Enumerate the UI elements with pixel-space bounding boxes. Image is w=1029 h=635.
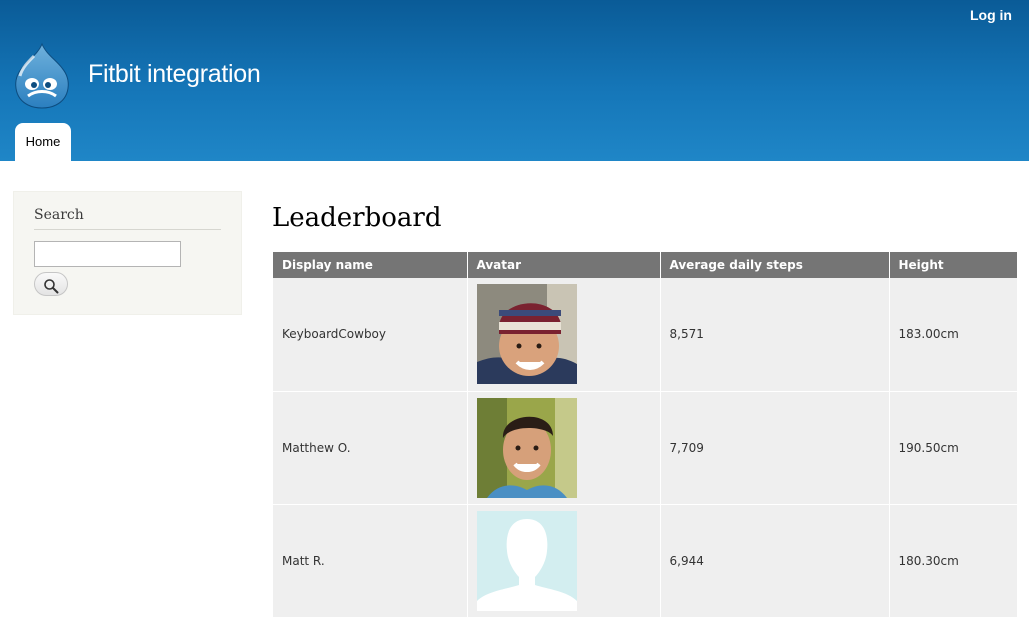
search-button[interactable] xyxy=(34,272,68,296)
average-daily-steps: 7,709 xyxy=(660,391,890,505)
average-daily-steps: 8,571 xyxy=(660,278,890,392)
table-row: Matthew O. 7,709 190.50cm xyxy=(273,391,1017,505)
height: 190.50cm xyxy=(889,391,1017,505)
display-name: KeyboardCowboy xyxy=(273,278,468,392)
search-input[interactable] xyxy=(34,241,181,267)
display-name: Matt R. xyxy=(273,504,468,618)
column-header-avatar: Avatar xyxy=(467,252,661,278)
default-avatar-icon[interactable] xyxy=(476,510,577,611)
display-name: Matthew O. xyxy=(273,391,468,505)
avatar[interactable] xyxy=(476,284,577,385)
leaderboard-table: Display name Avatar Average daily steps … xyxy=(273,252,1017,618)
search-icon xyxy=(35,278,67,294)
table-row: Matt R. 6,944 180.30cm xyxy=(273,504,1017,618)
search-block: Search xyxy=(13,191,242,315)
table-row: KeyboardCowboy 8,571 183.00cm xyxy=(273,278,1017,392)
table-header-row: Display name Avatar Average daily steps … xyxy=(273,252,1017,278)
column-header-display-name: Display name xyxy=(273,252,468,278)
average-daily-steps: 6,944 xyxy=(660,504,890,618)
avatar-cell xyxy=(467,504,661,618)
height: 180.30cm xyxy=(889,504,1017,618)
page-title: Leaderboard xyxy=(272,203,442,233)
avatar-cell xyxy=(467,278,661,392)
site-name[interactable]: Fitbit integration xyxy=(88,60,261,89)
height: 183.00cm xyxy=(889,278,1017,392)
search-block-title: Search xyxy=(34,207,221,230)
login-link[interactable]: Log in xyxy=(970,7,1012,23)
drupal-drop-icon[interactable] xyxy=(12,42,72,110)
avatar[interactable] xyxy=(476,397,577,498)
column-header-height: Height xyxy=(889,252,1017,278)
site-header: Log in Fitbit integration Home xyxy=(0,0,1029,161)
column-header-steps: Average daily steps xyxy=(660,252,890,278)
avatar-cell xyxy=(467,391,661,505)
tab-home[interactable]: Home xyxy=(15,123,71,161)
